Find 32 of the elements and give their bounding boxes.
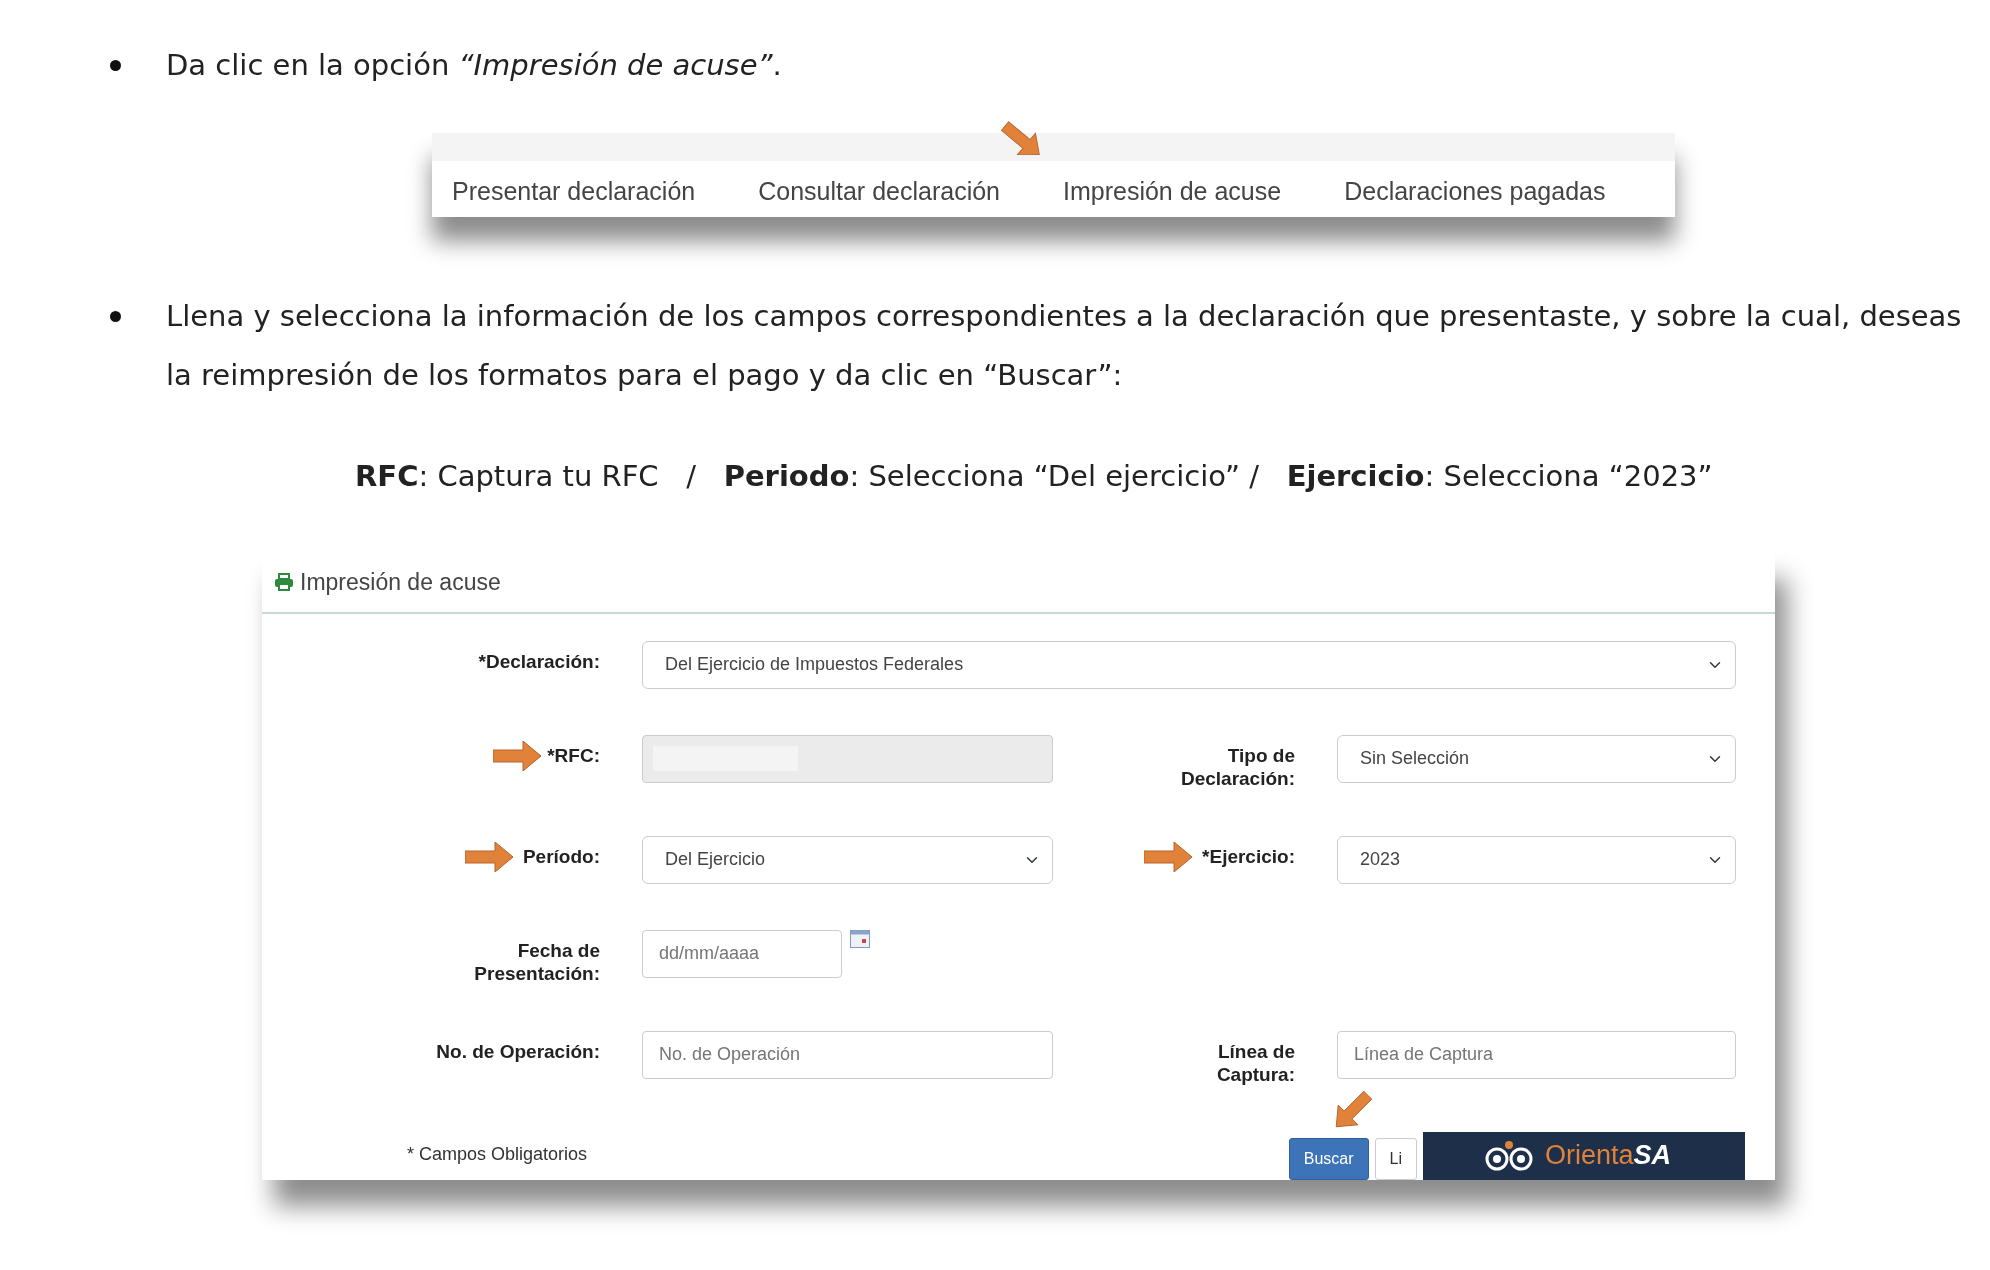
dropdown[interactable]: Sin Selección xyxy=(1337,734,1736,783)
dropdown[interactable]: 2023 xyxy=(1337,835,1736,884)
field-label: Fecha de Presentación: xyxy=(473,938,600,985)
menu-item[interactable]: Declaraciones pagadas xyxy=(1344,161,1606,217)
field-label: *Ejercicio: xyxy=(1202,835,1295,868)
brand-text: OrientaSA xyxy=(1545,1139,1672,1173)
printer-icon xyxy=(274,573,294,592)
clear-button[interactable]: Li xyxy=(1374,1137,1417,1180)
field-label: Período: xyxy=(522,835,600,868)
chat-banner[interactable]: OrientaSA xyxy=(1423,1131,1745,1180)
bullet-icon xyxy=(110,60,121,71)
date-field[interactable]: dd/mm/aaaa xyxy=(642,929,842,978)
menu-item[interactable]: Consultar declaración xyxy=(758,161,1000,217)
panel-title: Impresión de acuse xyxy=(300,568,501,597)
menu-item[interactable]: Impresión de acuse xyxy=(1063,161,1282,217)
calendar-icon[interactable] xyxy=(850,929,870,948)
bullet-icon xyxy=(110,310,121,322)
instruction-text: Da clic en la opción “Impresión de acuse”. xyxy=(166,47,782,84)
field-label: Línea de Captura: xyxy=(1215,1039,1295,1086)
text-field[interactable]: Línea de Captura xyxy=(1337,1030,1736,1079)
criteria-text: RFC: Captura tu RFC / Periodo: Selecciona “Del ejercicio” / Ejercicio: Selecciona “2023” xyxy=(355,457,1714,495)
text-field[interactable]: No. de Operación xyxy=(642,1030,1053,1079)
owl-icon xyxy=(1483,1140,1535,1171)
instruction-text: Llena y selecciona la información de los campos correspondientes a la declaración que presentaste, y sobre la cual, deseas la reimpresión de los formatos para el pago y da clic en “Buscar”: xyxy=(166,297,1963,394)
dropdown[interactable]: Del Ejercicio xyxy=(642,835,1053,884)
required-note: * Campos Obligatorios xyxy=(407,1142,588,1166)
field-label: *RFC: xyxy=(547,734,600,767)
dropdown[interactable]: Del Ejercicio de Impuestos Federales xyxy=(642,640,1736,689)
menu-item[interactable]: Presentar declaración xyxy=(452,161,696,217)
field-label: No. de Operación: xyxy=(436,1039,600,1063)
field-label: Tipo de Declaración: xyxy=(1179,743,1295,790)
field-label: *Declaración: xyxy=(478,649,600,673)
